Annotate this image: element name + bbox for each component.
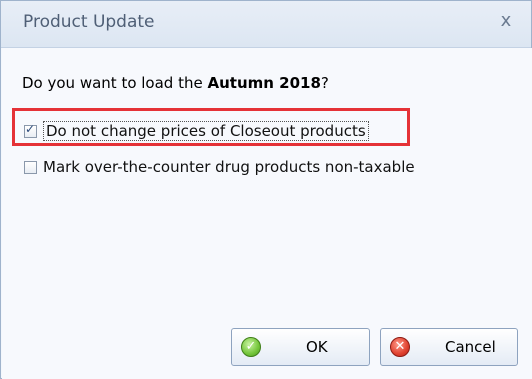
- otc-non-taxable-checkbox[interactable]: [24, 161, 37, 174]
- checkmark-icon: ✓: [25, 122, 36, 136]
- question-suffix: ?: [320, 74, 329, 92]
- cancel-button-label: Cancel: [445, 338, 496, 356]
- closeout-prices-checkbox[interactable]: ✓: [24, 122, 37, 138]
- title-bar: Product Update x: [1, 1, 531, 48]
- closeout-prices-label[interactable]: Do not change prices of Closeout product…: [43, 121, 369, 141]
- dialog-body: Do you want to load the Autumn 2018? ✓ Do…: [2, 48, 532, 379]
- question-bold: Autumn 2018: [207, 74, 321, 92]
- question-text: Do you want to load the Autumn 2018?: [22, 74, 329, 92]
- close-icon[interactable]: x: [495, 10, 517, 32]
- option-otc-non-taxable[interactable]: Mark over-the-counter drug products non-…: [24, 158, 415, 176]
- x-circle-icon: ✕: [390, 337, 410, 357]
- question-prefix: Do you want to load the: [22, 74, 208, 92]
- option-keep-closeout-prices[interactable]: ✓ Do not change prices of Closeout produc…: [24, 121, 369, 141]
- otc-non-taxable-label[interactable]: Mark over-the-counter drug products non-…: [43, 158, 415, 176]
- product-update-dialog: Product Update x Do you want to load the…: [0, 0, 532, 379]
- dialog-title: Product Update: [23, 12, 155, 32]
- ok-button-label: OK: [306, 338, 328, 356]
- check-icon: ✓: [241, 337, 261, 357]
- cancel-button[interactable]: ✕ Cancel: [380, 328, 518, 366]
- ok-button[interactable]: ✓ OK: [231, 328, 370, 366]
